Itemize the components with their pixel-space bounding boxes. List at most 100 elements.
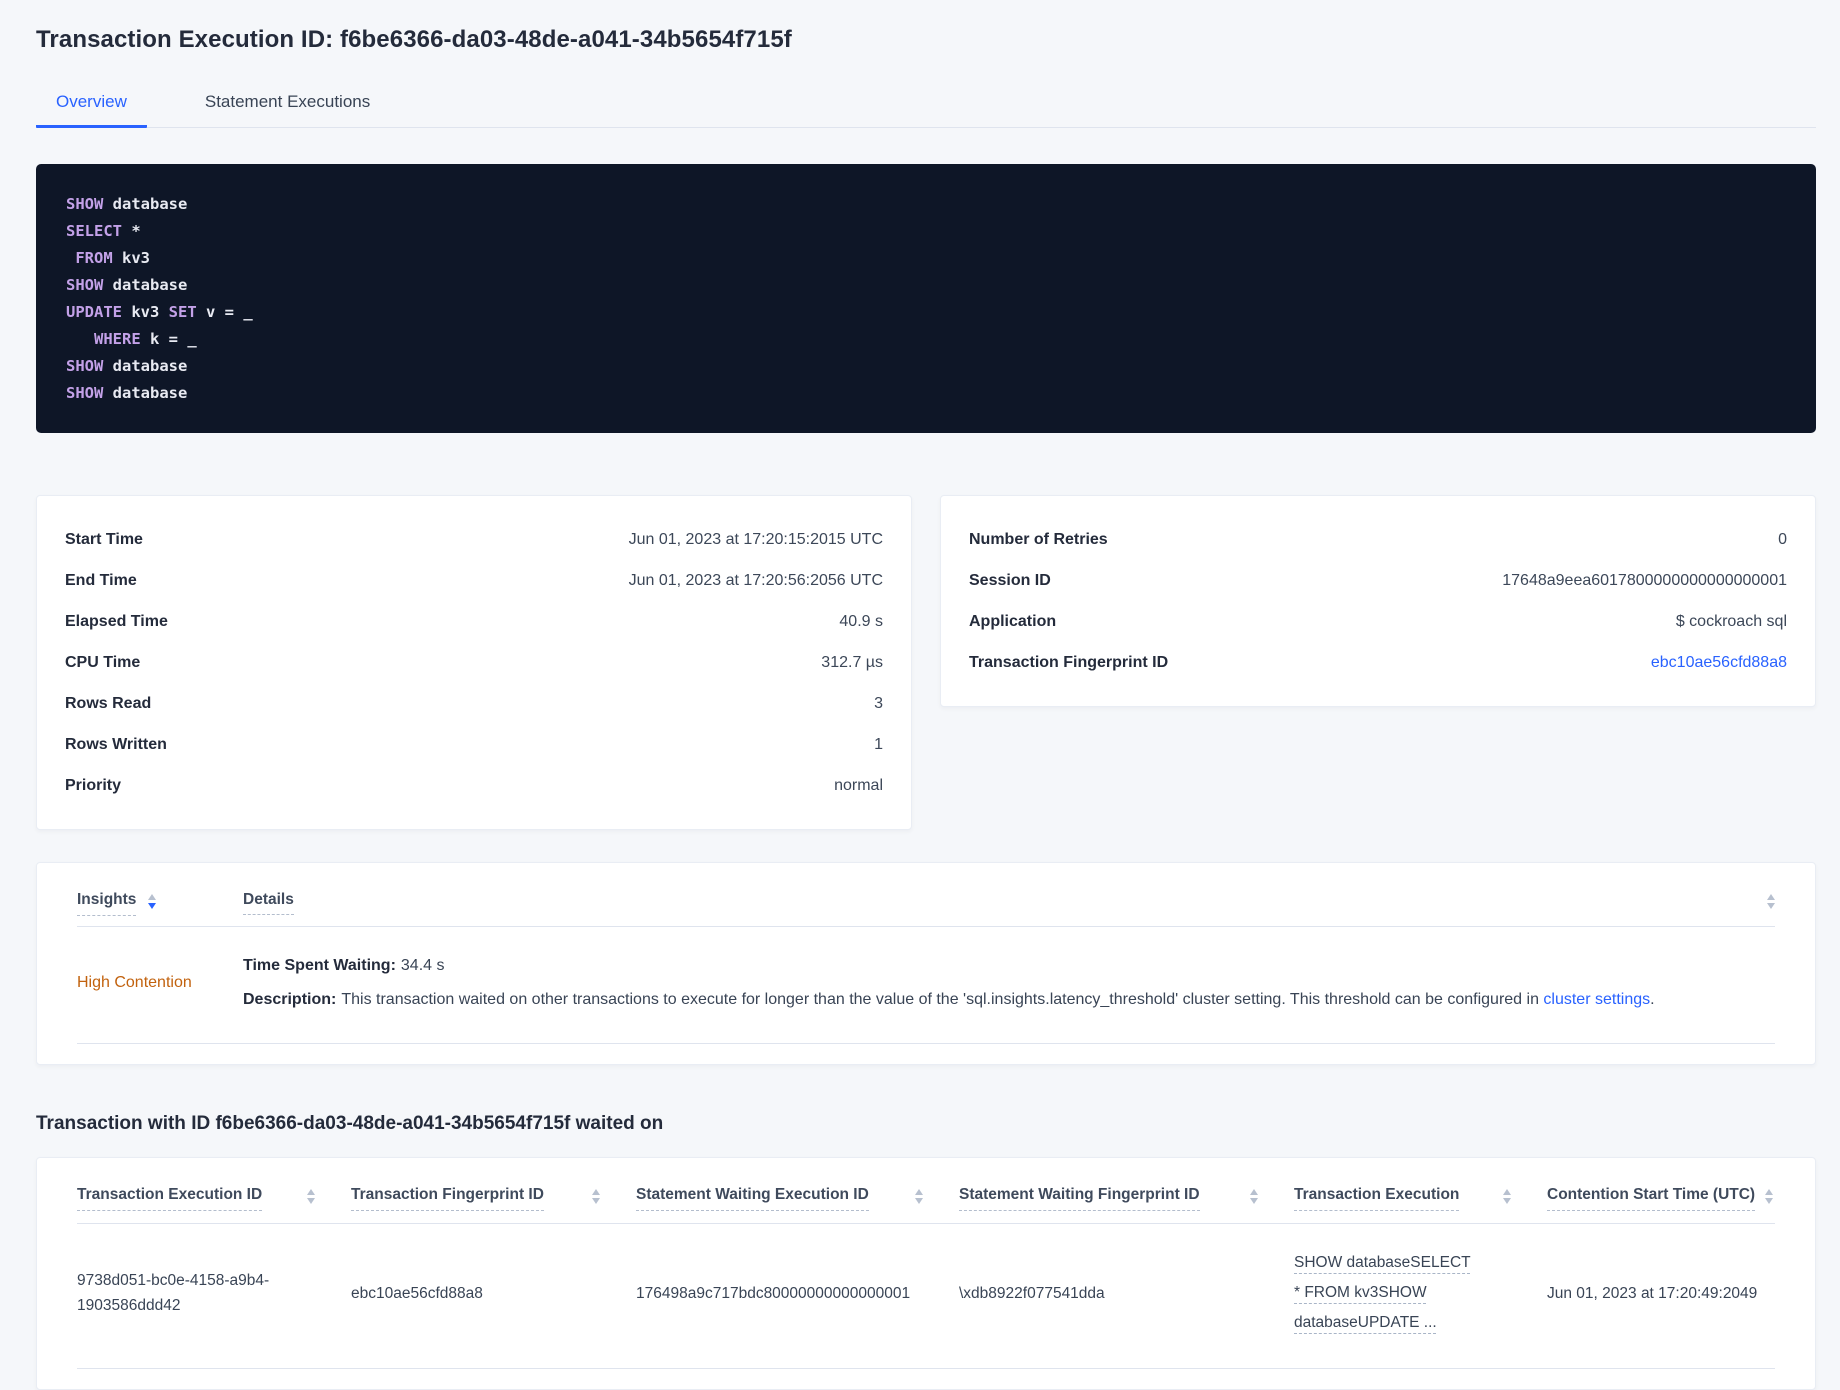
summary-row-priority: Priority normal [65, 765, 883, 806]
sql-keyword: SHOW [66, 357, 104, 375]
insights-card: Insights Details High Contention Time Sp… [36, 862, 1816, 1065]
column-header-details[interactable]: Details [243, 891, 294, 915]
sort-icon[interactable] [1250, 1189, 1258, 1204]
tab-statement-executions[interactable]: Statement Executions [185, 80, 390, 128]
summary-value: 0 [1778, 531, 1787, 548]
sql-keyword: SELECT [66, 222, 122, 240]
sort-down-arrow-icon [148, 903, 157, 909]
cell-contention-start-time: Jun 01, 2023 at 17:20:49:2049 [1547, 1284, 1758, 1302]
tab-bar: Overview Statement Executions [36, 80, 1816, 128]
column-header-transaction-execution[interactable]: Transaction Execution [1294, 1186, 1547, 1211]
summary-label: Application [969, 613, 1057, 630]
sort-up-arrow-icon [1765, 1189, 1773, 1195]
summary-label: Session ID [969, 572, 1051, 589]
sql-text: database [103, 357, 188, 375]
summary-cards: Start Time Jun 01, 2023 at 17:20:15:2015 … [36, 495, 1816, 830]
sql-statement-line: SHOW database [66, 353, 1786, 380]
sql-statement-line: SELECT * [66, 218, 1786, 245]
sql-keyword: SHOW [66, 276, 104, 294]
sort-down-arrow-icon [1767, 903, 1775, 909]
summary-row-session-id: Session ID 17648a9eea60178000000000000000… [969, 560, 1787, 601]
sort-up-arrow-icon [1250, 1189, 1258, 1195]
sql-text: kv3 [112, 249, 150, 267]
column-header-statement-waiting-execution-id[interactable]: Statement Waiting Execution ID [636, 1186, 959, 1211]
sort-icon[interactable] [148, 894, 157, 909]
insight-details: Time Spent Waiting: 34.4 s Description: Th… [243, 953, 1775, 1013]
sql-keyword: FROM [75, 249, 113, 267]
cell-statement-waiting-fingerprint-id: \xdb8922f077541dda [959, 1284, 1105, 1302]
column-header-transaction-fingerprint-id[interactable]: Transaction Fingerprint ID [351, 1186, 636, 1211]
column-header-transaction-execution-id[interactable]: Transaction Execution ID [77, 1186, 351, 1211]
summary-value: Jun 01, 2023 at 17:20:15:2015 UTC [628, 531, 883, 548]
insights-table-header: Insights Details [77, 881, 1775, 927]
sort-icon[interactable] [1765, 1189, 1773, 1204]
cell-transaction-fingerprint-id: ebc10ae56cfd88a8 [351, 1284, 483, 1302]
summary-row-transaction-fingerprint-id: Transaction Fingerprint ID ebc10ae56cfd88… [969, 642, 1787, 683]
summary-row-elapsed-time: Elapsed Time 40.9 s [65, 601, 883, 642]
waited-table-row: 9738d051-bc0e-4158-a9b4-1903586ddd42 ebc… [77, 1224, 1775, 1369]
sql-keyword: SET [168, 303, 197, 321]
sql-statement-line: SHOW database [66, 272, 1786, 299]
sql-text: database [103, 384, 188, 402]
cluster-settings-link[interactable]: cluster settings [1543, 991, 1650, 1008]
transaction-fingerprint-id-link[interactable]: ebc10ae56cfd88a8 [1651, 652, 1787, 673]
cell-transaction-execution-id: 9738d051-bc0e-4158-a9b4-1903586ddd42 [77, 1268, 351, 1318]
transaction-execution-statement-link[interactable]: SHOW databaseSELECT * FROM kv3SHOW datab… [1294, 1248, 1474, 1338]
column-header-insights[interactable]: Insights [77, 891, 243, 916]
insights-column-label[interactable]: Insights [77, 891, 137, 916]
sort-up-arrow-icon [1767, 894, 1775, 900]
column-header-label[interactable]: Statement Waiting Fingerprint ID [959, 1186, 1200, 1211]
column-header-label[interactable]: Transaction Execution ID [77, 1186, 263, 1211]
sql-statement-line: UPDATE kv3 SET v = _ [66, 299, 1786, 326]
sort-up-arrow-icon [148, 894, 157, 900]
insight-row: High Contention Time Spent Waiting: 34.4 … [77, 927, 1775, 1044]
sort-icon[interactable] [915, 1189, 923, 1204]
summary-label: Elapsed Time [65, 613, 168, 630]
waited-table-header: Transaction Execution ID Transaction Fing… [77, 1174, 1775, 1224]
sort-up-arrow-icon [592, 1189, 600, 1195]
sort-icon[interactable] [1503, 1189, 1511, 1204]
summary-row-end-time: End Time Jun 01, 2023 at 17:20:56:2056 UT… [65, 560, 883, 601]
column-header-statement-waiting-fingerprint-id[interactable]: Statement Waiting Fingerprint ID [959, 1186, 1294, 1211]
sql-box: SHOW database SELECT * FROM kv3 SHOW datab… [36, 164, 1816, 433]
summary-label: Priority [65, 777, 122, 794]
page-title: Transaction Execution ID: f6be6366-da03-… [36, 26, 792, 53]
summary-row-cpu-time: CPU Time 312.7 µs [65, 642, 883, 683]
column-header-label[interactable]: Transaction Fingerprint ID [351, 1186, 544, 1211]
summary-value: 3 [874, 695, 883, 712]
summary-card-right-rows: Number of Retries 0 Session ID 17648a9eea60… [969, 519, 1787, 683]
sql-statement-line: FROM kv3 [66, 245, 1786, 272]
tab-overview[interactable]: Overview [36, 80, 147, 128]
details-column-label[interactable]: Details [243, 891, 294, 915]
summary-label: Number of Retries [969, 531, 1108, 548]
summary-label: Start Time [65, 531, 143, 548]
summary-row-start-time: Start Time Jun 01, 2023 at 17:20:15:2015 … [65, 519, 883, 560]
summary-value: 312.7 µs [821, 654, 883, 671]
column-header-contention-start-time-utc[interactable]: Contention Start Time (UTC) [1547, 1186, 1775, 1211]
summary-row-number-of-retries: Number of Retries 0 [969, 519, 1787, 560]
sql-text: * [122, 222, 141, 240]
column-header-label[interactable]: Contention Start Time (UTC) [1547, 1186, 1756, 1211]
description-text: This transaction waited on other transac… [341, 991, 1544, 1008]
sql-statement-line: WHERE k = _ [66, 326, 1786, 353]
summary-value: $ cockroach sql [1675, 613, 1787, 630]
sql-text: database [103, 276, 188, 294]
summary-card-right: Number of Retries 0 Session ID 17648a9eea60… [940, 495, 1816, 707]
sql-text: kv3 [122, 303, 169, 321]
summary-label: Rows Read [65, 695, 152, 712]
sql-keyword: WHERE [94, 330, 141, 348]
sql-text: v = _ [196, 303, 253, 321]
column-header-label[interactable]: Statement Waiting Execution ID [636, 1186, 869, 1211]
sql-keyword: SHOW [66, 195, 104, 213]
summary-card-left: Start Time Jun 01, 2023 at 17:20:15:2015 … [36, 495, 912, 830]
sort-icon[interactable] [1767, 894, 1775, 909]
summary-value: Jun 01, 2023 at 17:20:56:2056 UTC [628, 572, 883, 589]
sort-icon[interactable] [592, 1189, 600, 1204]
sql-keyword: SHOW [66, 384, 104, 402]
description-line: Description: This transaction waited on o… [243, 987, 1775, 1013]
sort-down-arrow-icon [915, 1198, 923, 1204]
column-header-label[interactable]: Transaction Execution [1294, 1186, 1460, 1211]
waited-on-heading: Transaction with ID f6be6366-da03-48de-a… [36, 1113, 664, 1134]
sort-icon[interactable] [307, 1189, 315, 1204]
